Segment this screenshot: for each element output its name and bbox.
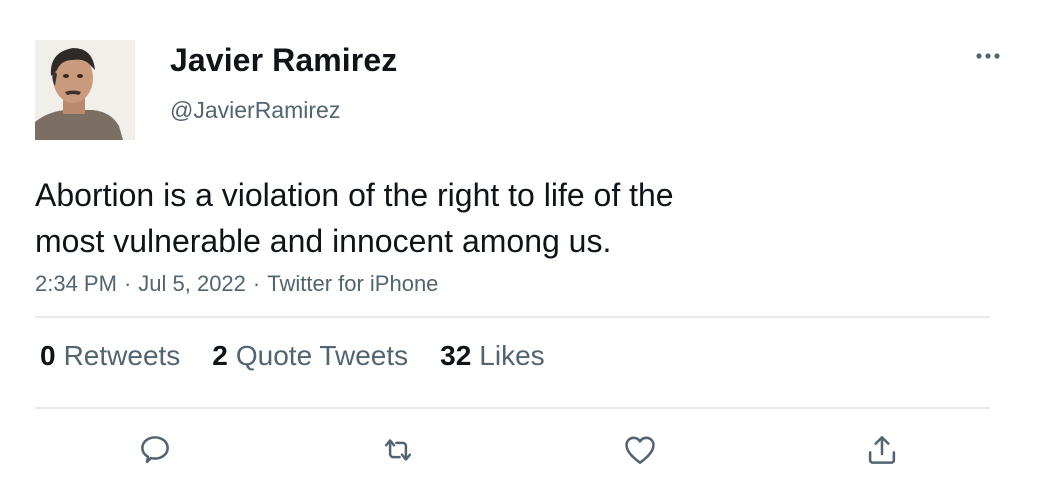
reply-icon bbox=[141, 436, 169, 464]
reply-button[interactable] bbox=[133, 428, 177, 472]
avatar-photo bbox=[35, 40, 135, 140]
more-icon bbox=[976, 53, 1000, 59]
likes-label: Likes bbox=[479, 340, 545, 371]
more-options-button[interactable] bbox=[968, 42, 1008, 70]
quote-tweets-label: Quote Tweets bbox=[235, 340, 409, 371]
like-button[interactable] bbox=[618, 428, 662, 472]
tweet-source[interactable]: Twitter for iPhone bbox=[267, 271, 438, 296]
tweet-text-line: most vulnerable and innocent among us. bbox=[35, 223, 612, 259]
meta-separator: · bbox=[123, 271, 132, 296]
likes-count: 32 bbox=[440, 340, 472, 371]
tweet-stats: 0 Retweets 2 Quote Tweets 32 Likes bbox=[40, 340, 545, 372]
meta-separator: · bbox=[252, 271, 261, 296]
avatar[interactable] bbox=[35, 40, 135, 140]
tweet-text-line: Abortion is a violation of the right to … bbox=[35, 177, 674, 213]
share-icon bbox=[868, 436, 896, 464]
quote-tweets-count: 2 bbox=[212, 340, 228, 371]
share-button[interactable] bbox=[860, 428, 904, 472]
divider bbox=[35, 407, 990, 409]
divider bbox=[35, 316, 990, 318]
retweets-label: Retweets bbox=[63, 340, 181, 371]
retweets-count: 0 bbox=[40, 340, 56, 371]
quote-tweets-stat[interactable]: 2 Quote Tweets bbox=[212, 340, 408, 372]
author-handle[interactable]: @JavierRamirez bbox=[170, 97, 340, 124]
likes-stat[interactable]: 32 Likes bbox=[440, 340, 545, 372]
author-name[interactable]: Javier Ramirez bbox=[170, 42, 397, 79]
tweet-meta: 2:34 PM · Jul 5, 2022 · Twitter for iPhone bbox=[35, 271, 438, 297]
tweet-date[interactable]: Jul 5, 2022 bbox=[138, 271, 246, 296]
tweet-time[interactable]: 2:34 PM bbox=[35, 271, 117, 296]
heart-icon bbox=[625, 436, 655, 464]
tweet-text: Abortion is a violation of the right to … bbox=[35, 172, 795, 264]
retweet-button[interactable] bbox=[376, 428, 420, 472]
retweet-icon bbox=[384, 439, 412, 461]
retweets-stat[interactable]: 0 Retweets bbox=[40, 340, 180, 372]
